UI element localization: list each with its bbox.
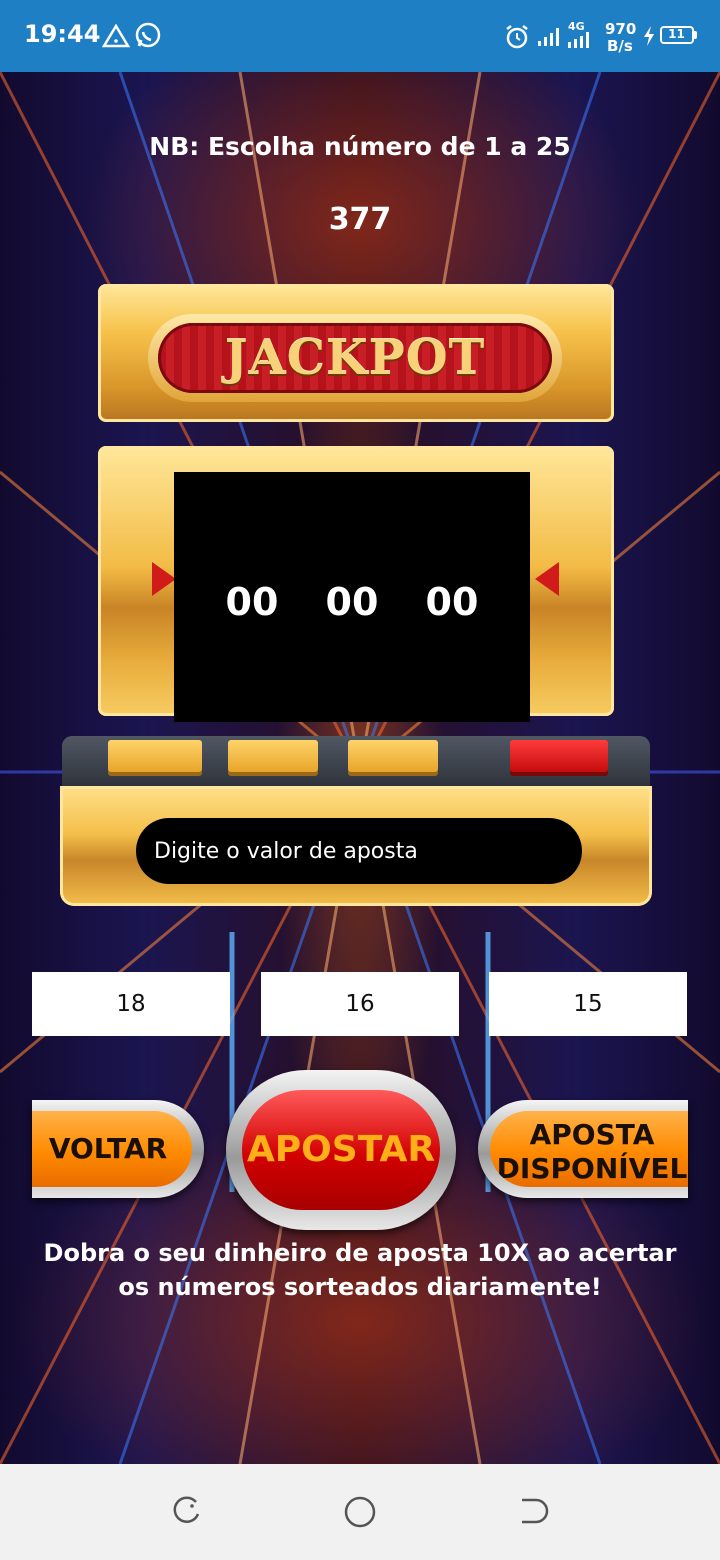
reel-3: 00 [425,580,479,624]
chosen-number-1[interactable]: 18 [32,972,230,1036]
alarm-icon [506,25,528,49]
bet-button-face[interactable]: APOSTAR [242,1090,440,1210]
chosen-number-3[interactable]: 15 [489,972,687,1036]
available-bets-label-line1: APOSTA [529,1118,655,1151]
charging-icon [644,26,654,46]
chosen-number-2[interactable]: 16 [261,972,459,1036]
home-icon[interactable] [342,1494,378,1530]
recent-apps-icon[interactable] [170,1494,204,1528]
promo-message: Dobra o seu dinheiro de aposta 10X ao ac… [43,1239,677,1301]
jackpot-plate-inner: JACKPOT [158,323,552,393]
status-bar: 19:44 4G 970 B/s 11 [0,0,720,72]
battery-tip [694,31,697,39]
jackpot-plate: JACKPOT [148,314,562,402]
whatsapp-icon [135,22,161,48]
available-bets-button[interactable]: APOSTA DISPONÍVEL [478,1100,688,1198]
network-speed-unit: B/s [607,37,633,55]
back-icon[interactable] [516,1494,550,1528]
jackpot-header: JACKPOT [98,284,614,422]
machine-key-1 [108,740,202,772]
reel-2: 00 [325,580,379,624]
battery-icon: 11 [660,26,694,44]
bet-amount-input[interactable] [136,818,582,884]
instruction-text: NB: Escolha número de 1 a 25 [149,132,571,161]
reel-arrow-left-icon [152,562,176,596]
available-bets-label-line2: DISPONÍVEL [496,1152,688,1185]
reel-arrow-right-icon [535,562,559,596]
available-bets-button-face[interactable]: APOSTA DISPONÍVEL [490,1111,688,1187]
navigation-bar [0,1464,720,1560]
back-button[interactable]: VOLTAR [32,1100,204,1198]
bet-button[interactable]: APOSTAR [226,1070,456,1230]
back-button-label: VOLTAR [48,1132,168,1165]
reel-1: 00 [225,580,279,624]
reel-display: 00 00 00 [174,472,530,722]
back-button-face[interactable]: VOLTAR [32,1111,192,1187]
signal-4g-icon [568,32,589,48]
signal-icon [538,28,559,46]
balance-value: 377 [328,202,392,237]
machine-key-red [510,740,608,772]
jackpot-title: JACKPOT [224,330,486,386]
machine-key-3 [348,740,438,772]
status-time: 19:44 [24,20,101,48]
network-speed-value: 970 [605,20,637,38]
battery-level: 11 [668,27,685,41]
alert-triangle-icon [102,24,130,48]
bet-button-label: APOSTAR [246,1129,436,1170]
machine-key-2 [228,740,318,772]
